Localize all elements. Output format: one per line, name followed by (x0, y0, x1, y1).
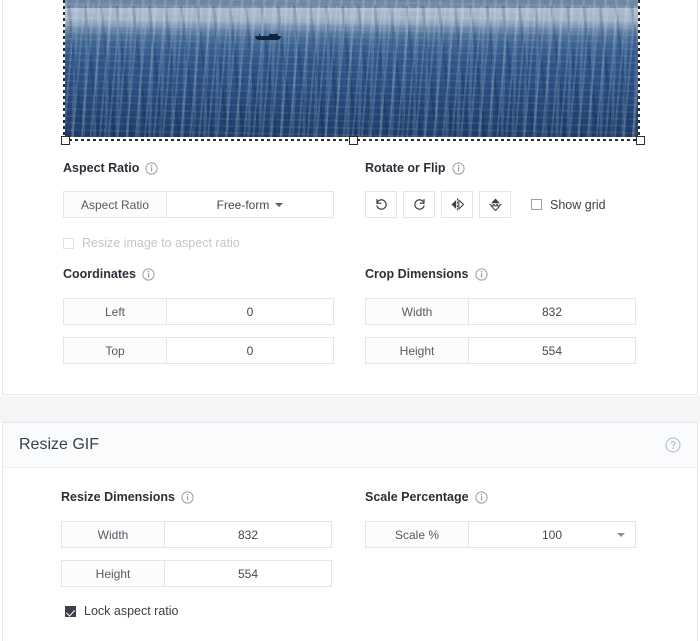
info-icon[interactable] (475, 268, 488, 281)
show-grid-checkbox[interactable] (531, 199, 542, 210)
coordinates-group: Coordinates Left 0 Top 0 (63, 268, 334, 364)
chevron-down-icon (617, 533, 625, 537)
resize-dimensions-group: Resize Dimensions Width 832 Height 554 L… (61, 491, 332, 618)
resize-gif-panel: Resize GIF Resize Dimensions Width 832 (2, 422, 698, 641)
crop-edge-left[interactable] (63, 0, 65, 140)
crop-handle-bottom-right[interactable] (636, 136, 645, 145)
rotate-flip-toolbar: Show grid (365, 191, 606, 218)
info-icon[interactable] (475, 491, 488, 504)
lock-aspect-ratio-label: Lock aspect ratio (84, 604, 179, 618)
info-icon[interactable] (145, 162, 158, 175)
coordinate-top-value[interactable]: 0 (167, 338, 333, 363)
crop-height-field[interactable]: Height 554 (365, 337, 636, 364)
coordinate-left-value[interactable]: 0 (167, 299, 333, 324)
resize-dimensions-heading: Resize Dimensions (61, 491, 332, 504)
coordinate-top-key: Top (64, 338, 167, 363)
coordinates-label: Coordinates (63, 268, 136, 281)
coordinate-left-field[interactable]: Left 0 (63, 298, 334, 325)
crop-dimensions-heading: Crop Dimensions (365, 268, 636, 281)
rotate-left-button[interactable] (365, 191, 397, 218)
aspect-ratio-value: Free-form (217, 198, 270, 212)
resize-width-key: Width (62, 522, 165, 547)
crop-width-field[interactable]: Width 832 (365, 298, 636, 325)
image-boat (255, 33, 281, 40)
scale-percentage-key: Scale % (366, 522, 469, 547)
lock-aspect-ratio-checkbox[interactable] (65, 606, 76, 617)
page-title: Resize GIF (19, 436, 99, 454)
crop-height-value[interactable]: 554 (469, 338, 635, 363)
help-circle-icon[interactable] (665, 437, 681, 453)
flip-vertical-button[interactable] (479, 191, 511, 218)
aspect-ratio-label: Aspect Ratio (63, 162, 139, 175)
resize-to-aspect-ratio-label: Resize image to aspect ratio (82, 236, 240, 250)
show-grid-row[interactable]: Show grid (531, 198, 606, 212)
lock-aspect-ratio-row[interactable]: Lock aspect ratio (65, 604, 332, 618)
source-image[interactable] (65, 0, 638, 137)
aspect-ratio-value-wrap[interactable]: Free-form (167, 192, 333, 217)
aspect-ratio-group: Aspect Ratio Aspect Ratio Free-form Resi… (63, 162, 334, 250)
scale-percentage-label: Scale Percentage (365, 491, 469, 504)
scale-percentage-heading: Scale Percentage (365, 491, 636, 504)
rotate-flip-group: Rotate or Flip (365, 162, 606, 218)
crop-height-key: Height (366, 338, 469, 363)
resize-height-field[interactable]: Height 554 (61, 560, 332, 587)
crop-dimensions-label: Crop Dimensions (365, 268, 469, 281)
info-icon[interactable] (142, 268, 155, 281)
coordinates-heading: Coordinates (63, 268, 334, 281)
scale-percentage-select[interactable]: Scale % 100 (365, 521, 636, 548)
resize-height-value[interactable]: 554 (165, 561, 331, 586)
info-icon[interactable] (181, 491, 194, 504)
chevron-down-icon (275, 203, 283, 207)
crop-gif-panel: Aspect Ratio Aspect Ratio Free-form Resi… (2, 0, 698, 395)
info-icon[interactable] (452, 162, 465, 175)
crop-edge-right[interactable] (638, 0, 640, 140)
aspect-ratio-select[interactable]: Aspect Ratio Free-form (63, 191, 334, 218)
image-sea-texture-detail (65, 6, 638, 137)
resize-to-aspect-ratio-checkbox[interactable] (63, 238, 74, 249)
aspect-ratio-heading: Aspect Ratio (63, 162, 334, 175)
rotate-right-button[interactable] (403, 191, 435, 218)
image-editor-page: Aspect Ratio Aspect Ratio Free-form Resi… (0, 0, 700, 641)
coordinate-left-key: Left (64, 299, 167, 324)
show-grid-label: Show grid (550, 198, 606, 212)
panel-gap (0, 396, 700, 422)
rotate-flip-heading: Rotate or Flip (365, 162, 606, 175)
crop-stage[interactable] (63, 0, 640, 140)
coordinate-top-field[interactable]: Top 0 (63, 337, 334, 364)
resize-dimensions-label: Resize Dimensions (61, 491, 175, 504)
resize-to-aspect-ratio-row[interactable]: Resize image to aspect ratio (63, 236, 334, 250)
resize-gif-header: Resize GIF (3, 423, 697, 468)
resize-height-key: Height (62, 561, 165, 586)
rotate-flip-label: Rotate or Flip (365, 162, 446, 175)
scale-percentage-group: Scale Percentage Scale % 100 (365, 491, 636, 548)
resize-width-field[interactable]: Width 832 (61, 521, 332, 548)
crop-handle-bottom-center[interactable] (349, 136, 358, 145)
scale-percentage-value: 100 (542, 528, 562, 542)
aspect-ratio-key: Aspect Ratio (64, 192, 167, 217)
scale-percentage-value-wrap[interactable]: 100 (469, 522, 635, 547)
flip-horizontal-button[interactable] (441, 191, 473, 218)
crop-handle-bottom-left[interactable] (61, 136, 70, 145)
resize-width-value[interactable]: 832 (165, 522, 331, 547)
crop-width-value[interactable]: 832 (469, 299, 635, 324)
crop-width-key: Width (366, 299, 469, 324)
crop-dimensions-group: Crop Dimensions Width 832 Height 554 (365, 268, 636, 364)
